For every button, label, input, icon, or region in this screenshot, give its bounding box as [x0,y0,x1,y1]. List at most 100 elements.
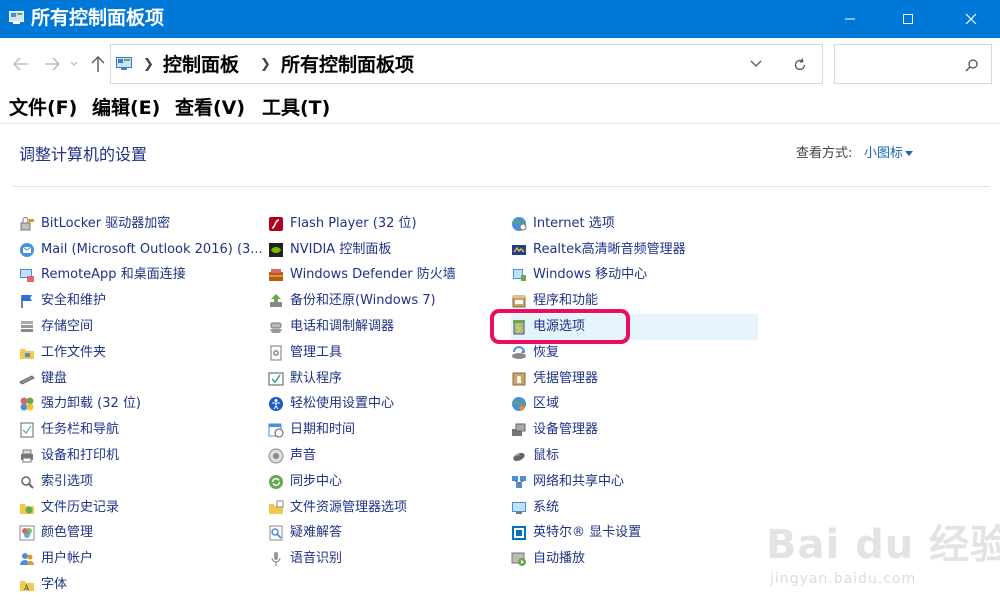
breadcrumb-separator-icon[interactable]: ❯ [143,57,154,72]
printer-icon [21,449,33,463]
maximize-button[interactable] [879,0,937,38]
control-panel-item-internet[interactable]: Internet 选项 [511,211,758,237]
control-panel-item-microphone[interactable]: 语音识别 [268,546,508,572]
sound-icon [268,448,284,464]
control-panel-item-sound[interactable]: 声音 [268,443,508,469]
refresh-icon [794,58,806,71]
control-panel-item-printer[interactable]: 设备和打印机 [19,443,259,469]
control-panel-item-device-manager[interactable]: 设备管理器 [511,417,758,443]
control-panel-item-taskbar[interactable]: 任务栏和导航 [19,417,259,443]
item-label: 安全和维护 [41,293,107,309]
item-label: 同步中心 [290,473,343,489]
control-panel-item-uninstaller[interactable]: 强力卸载 (32 位) [19,392,259,418]
recent-dropdown-icon[interactable] [69,54,79,74]
control-panel-item-fonts[interactable]: A 字体 [19,572,259,598]
control-panel-item-color-management[interactable]: 颜色管理 [19,521,259,547]
microphone-icon [271,552,281,567]
item-label: Realtek高清晰音频管理器 [533,241,686,257]
admin-tools-icon [270,345,282,361]
internet-icon [512,216,527,231]
item-label: 索引选项 [41,473,94,489]
control-panel-item-sync[interactable]: 同步中心 [268,469,508,495]
window-title: 所有控制面板项 [31,7,165,29]
refresh-button[interactable] [777,44,823,84]
control-panel-item-keyboard[interactable]: 键盘 [19,366,259,392]
items-column-2: Flash Player (32 位) NVIDIA 控制面板 Windows De… [268,211,508,572]
recovery-icon [512,345,526,359]
sync-icon [269,474,283,489]
breadcrumb-separator-icon[interactable]: ❯ [260,57,271,72]
forward-arrow-icon[interactable] [43,54,61,74]
control-panel-item-credential[interactable]: 凭据管理器 [511,366,758,392]
control-panel-item-date-time[interactable]: 日期和时间 [268,417,508,443]
up-arrow-icon[interactable] [89,54,107,74]
control-panel-item-user-accounts[interactable]: 用户帐户 [19,546,259,572]
uninstaller-icon [20,397,34,411]
control-panel-item-system[interactable]: 系统 [511,495,758,521]
firewall-icon [269,269,283,282]
item-label: Windows 移动中心 [533,267,648,283]
remoteapp-icon [20,269,34,283]
control-panel-item-work-folders[interactable]: 工作文件夹 [19,340,259,366]
control-panel-item-folder-options[interactable]: 文件资源管理器选项 [268,495,508,521]
control-panel-item-flash[interactable]: Flash Player (32 位) [268,211,508,237]
menu-bar: 文件(F) 编辑(E) 查看(V) 工具(T) [0,90,1000,124]
control-panel-item-default-programs[interactable]: 默认程序 [268,366,508,392]
control-panel-item-intel-graphics[interactable]: 英特尔® 显卡设置 [511,521,758,547]
control-panel-item-phone-modem[interactable]: 电话和调制解调器 [268,314,508,340]
item-label: RemoteApp 和桌面连接 [41,267,186,283]
breadcrumb-all-items[interactable]: 所有控制面板项 [281,53,414,77]
close-icon [965,13,977,25]
control-panel-item-firewall[interactable]: Windows Defender 防火墙 [268,263,508,289]
control-panel-item-mail[interactable]: Mail (Microsoft Outlook 2016) (3... [19,237,263,263]
address-field[interactable]: ❯ 控制面板 ❯ 所有控制面板项 [110,44,823,84]
chevron-down-icon[interactable] [749,59,763,69]
search-input[interactable] [834,44,992,84]
item-label: 电话和调制解调器 [290,319,395,335]
item-label: 文件资源管理器选项 [290,499,408,515]
item-label: 设备和打印机 [41,448,120,464]
control-panel-item-remoteapp[interactable]: RemoteApp 和桌面连接 [19,263,259,289]
control-panel-item-flag[interactable]: 安全和维护 [19,288,259,314]
control-panel-item-realtek[interactable]: Realtek高清晰音频管理器 [511,237,758,263]
control-panel-item-autoplay[interactable]: 自动播放 [511,546,758,572]
menu-view[interactable]: 查看(V) [175,96,245,120]
control-panel-item-indexing[interactable]: 索引选项 [19,469,259,495]
control-panel-item-network[interactable]: 网络和共享中心 [511,469,758,495]
item-label: 存储空间 [41,319,94,335]
control-panel-item-mobility[interactable]: Windows 移动中心 [511,263,758,289]
title-bar: 所有控制面板项 [0,0,1000,38]
control-panel-item-bitlocker[interactable]: BitLocker 驱动器加密 [19,211,259,237]
control-panel-item-ease-of-access[interactable]: 轻松使用设置中心 [268,392,508,418]
view-by-dropdown[interactable]: 小图标 [864,145,903,163]
color-management-icon [19,525,35,541]
close-button[interactable] [942,0,1000,38]
date-time-icon [268,423,284,438]
item-label: 鼠标 [533,448,560,464]
mail-icon [20,242,34,257]
items-column-1: BitLocker 驱动器加密 Mail (Microsoft Outlook 2… [19,211,263,598]
control-panel-item-file-history[interactable]: 文件历史记录 [19,495,259,521]
control-panel-item-admin-tools[interactable]: 管理工具 [268,340,508,366]
control-panel-item-region[interactable]: 区域 [511,392,758,418]
control-panel-item-troubleshoot[interactable]: 疑难解答 [268,521,508,547]
storage-spaces-icon [21,321,33,333]
item-label: 恢复 [533,344,560,360]
back-arrow-icon[interactable] [12,54,30,74]
minimize-button[interactable] [821,0,879,38]
menu-edit[interactable]: 编辑(E) [92,96,160,120]
control-panel-item-nvidia[interactable]: NVIDIA 控制面板 [268,237,508,263]
control-panel-item-mouse[interactable]: 鼠标 [511,443,758,469]
taskbar-icon [20,422,34,438]
breadcrumb-control-panel[interactable]: 控制面板 [163,53,239,77]
caret-down-icon[interactable] [905,151,913,156]
item-label: 轻松使用设置中心 [290,396,395,412]
control-panel-item-backup[interactable]: 备份和还原(Windows 7) [268,288,508,314]
menu-tools[interactable]: 工具(T) [262,96,330,120]
item-label: 强力卸载 (32 位) [41,396,141,412]
menu-file[interactable]: 文件(F) [9,96,77,120]
item-label: Windows Defender 防火墙 [290,267,456,283]
folder-options-icon [269,500,284,514]
item-label: 区域 [533,396,560,412]
control-panel-item-storage-spaces[interactable]: 存储空间 [19,314,259,340]
